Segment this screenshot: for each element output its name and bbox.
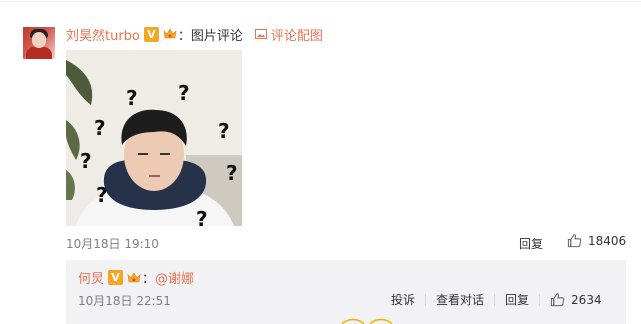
thumbs-up-icon [567, 234, 582, 248]
reply-date: 10月18日 22:51 [78, 294, 171, 308]
picture-icon [254, 29, 267, 39]
image-link-label: 评论配图 [270, 28, 323, 44]
divider [494, 293, 496, 306]
svg-text:?: ? [218, 119, 230, 143]
mention-link[interactable]: @谢娜 [155, 268, 194, 287]
comment-date: 10月18日 19:10 [66, 237, 159, 251]
like-count: 18406 [588, 233, 627, 248]
photo-illustration: ? ? ? ? ? ? ? ? [66, 50, 242, 226]
reply-button[interactable]: 回复 [519, 235, 543, 252]
like-button[interactable]: 2634 [550, 292, 602, 307]
comment-header: 刘昊然turbo V ： 图片评论 评论配图 [66, 24, 323, 44]
svg-text:?: ? [126, 86, 138, 110]
svg-text:?: ? [178, 81, 190, 105]
image-comment-link[interactable]: 评论配图 [254, 25, 323, 44]
divider [539, 293, 541, 306]
svg-text:?: ? [196, 207, 208, 226]
colon: ： [142, 272, 156, 287]
reply-actions: 投诉 查看对话 回复 2634 [391, 291, 602, 308]
nested-reply: 何炅 V ： @谢娜 10月18日 22:51 投诉 查看对话 回复 2634 [66, 260, 626, 324]
avatar[interactable] [23, 27, 55, 59]
svg-text:?: ? [80, 149, 92, 173]
svg-text:?: ? [226, 161, 238, 185]
crown-icon [163, 28, 177, 39]
thumbs-up-icon [550, 293, 565, 307]
divider [425, 293, 427, 306]
svg-text:?: ? [94, 116, 106, 140]
decorative-emoji-partial [341, 318, 393, 324]
view-conversation-button[interactable]: 查看对话 [436, 291, 484, 308]
comment-image[interactable]: ? ? ? ? ? ? ? ? [66, 50, 242, 226]
crown-icon [127, 271, 141, 282]
top-divider [0, 1, 641, 2]
comment-text: 图片评论 [190, 28, 243, 44]
reply-button[interactable]: 回复 [505, 291, 529, 308]
verified-badge-icon: V [143, 26, 159, 42]
verified-badge-icon: V [108, 270, 124, 285]
reply-username[interactable]: 何炅 [78, 268, 104, 287]
report-button[interactable]: 投诉 [391, 291, 415, 308]
reply-header: 何炅 V ： @谢娜 [78, 268, 194, 287]
like-button[interactable]: 18406 [567, 233, 626, 248]
svg-text:?: ? [96, 183, 108, 207]
colon: ： [177, 28, 191, 44]
comment-username[interactable]: 刘昊然turbo [66, 25, 140, 44]
like-count: 2634 [571, 292, 602, 307]
